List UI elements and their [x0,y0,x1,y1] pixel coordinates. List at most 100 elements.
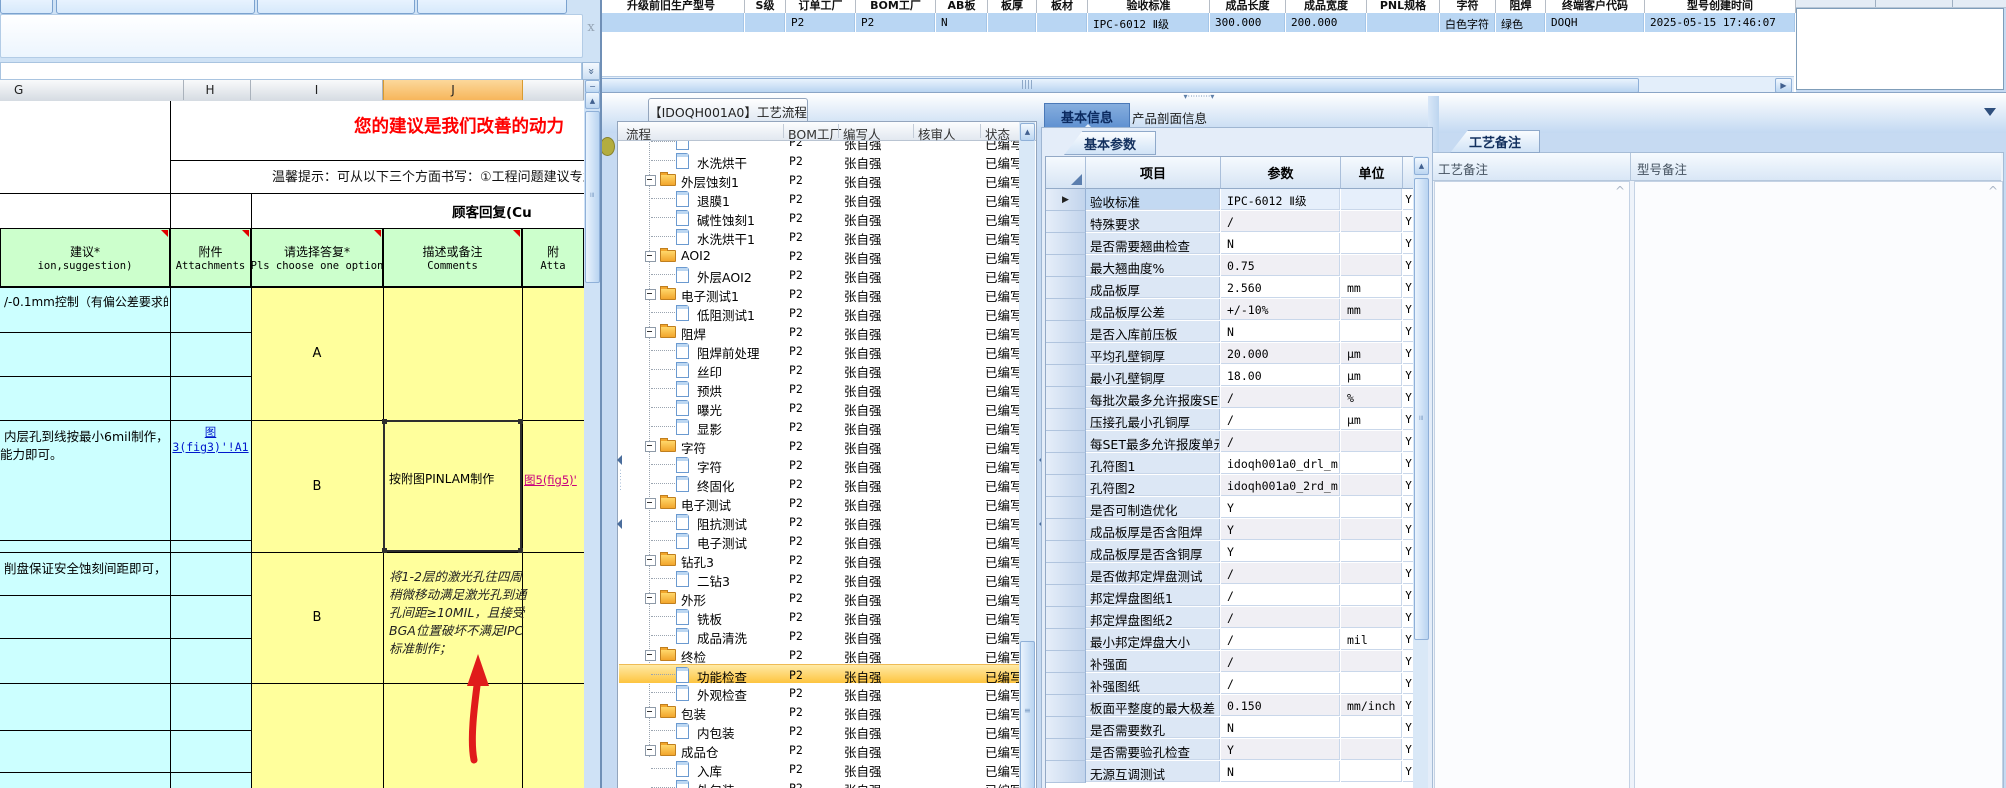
param-value-cell[interactable]: IPC-6012 Ⅱ级 [1221,189,1340,210]
tree-row[interactable]: 电子测试 P2 张自强 已编写 [619,531,1019,551]
params-row[interactable]: 每SET最多允许报废单元 / Y [1046,431,1415,453]
grid-cell[interactable] [1367,13,1439,32]
params-row[interactable]: 邦定焊盘图纸2/Y [1046,607,1415,629]
params-column-header[interactable]: 项目 [1086,157,1221,189]
close-icon[interactable]: x [583,20,599,35]
tree-row[interactable]: 入库 P2 张自强 已编写 [619,759,1019,779]
tree-row[interactable]: 碱性蚀刻1 P2 张自强 已编写 [619,208,1019,228]
param-value-cell[interactable]: Y [1221,519,1340,540]
tree-header-label[interactable]: 状态 [985,124,1010,143]
param-item-cell[interactable]: 压接孔最小孔铜厚 [1086,409,1220,430]
tree-row[interactable]: 外形 P2 张自强 已编写 [619,588,1019,608]
row-selector-cell[interactable] [1046,717,1086,739]
selected-cell-outline[interactable] [382,419,523,553]
tree-row[interactable]: 终检 P2 张自强 已编写 [619,645,1019,665]
param-item-cell[interactable]: 补强面 [1086,651,1220,672]
param-value-cell[interactable]: / [1221,387,1340,408]
suggestion-cell[interactable]: 内层孔到线按最小6mil制作， [4,426,168,445]
excel-scroll-thumb[interactable]: ≡ [585,111,600,283]
row-selector-cell[interactable] [1046,519,1086,541]
row-selector-cell[interactable] [1046,255,1086,277]
params-row[interactable]: 是否可制造优化 Y Y [1046,497,1415,519]
param-value-cell[interactable]: / [1221,651,1340,672]
tree-expand-icon[interactable] [645,707,656,718]
param-item-cell[interactable]: 孔符图1 [1086,453,1220,474]
answer-cell[interactable]: B [251,420,383,552]
param-item-cell[interactable]: 最小孔壁铜厚 [1086,365,1220,386]
row-selector-cell[interactable] [1046,585,1086,607]
tab-process-notes[interactable]: 工艺备注 [1450,130,1540,153]
tree-row[interactable]: 铣板 P2 张自强 已编写 [619,607,1019,627]
params-row[interactable]: 特殊要求 / Y [1046,211,1415,233]
param-value-cell[interactable]: N [1221,233,1340,254]
param-item-cell[interactable]: 每SET最多允许报废单元 [1086,431,1220,452]
tree-row[interactable]: 阻抗测试 P2 张自强 已编写 [619,512,1019,532]
grid-cell[interactable]: IPC-6012 Ⅱ级 [1088,13,1209,32]
grid-cell[interactable]: 200.000 [1286,13,1366,32]
params-row[interactable]: 成品板厚公差 +/-10% mm Y [1046,299,1415,321]
attachment-link-2[interactable]: 图5(fig5)' [524,472,582,488]
tree-row[interactable]: 二钻3 P2 张自强 已编写 [619,569,1019,589]
grid-cell[interactable] [745,13,785,32]
param-value-cell[interactable]: / [1221,409,1340,430]
row-selector-cell[interactable] [1046,431,1086,453]
params-row[interactable]: 补强图纸 / Y [1046,673,1415,695]
param-value-cell[interactable]: N [1221,717,1340,738]
tree-row[interactable]: 丝印 P2 张自强 已编写 [619,360,1019,380]
grid-column-header[interactable]: 型号创建时间 [1645,0,1796,13]
tree-expand-icon[interactable] [645,593,656,604]
grid-column-header[interactable]: S级 [745,0,786,13]
grid-cell[interactable] [988,13,1036,32]
param-value-cell[interactable]: 2.560 [1221,277,1340,298]
tree-row[interactable]: 水洗烘干1 P2 张自强 已编写 [619,227,1019,247]
tree-header-label[interactable]: 核审人 [918,124,956,143]
tree-header-label[interactable]: BOM工厂 [788,124,842,143]
tree-row[interactable]: 低阻测试1 P2 张自强 已编写 [619,303,1019,323]
params-row[interactable]: 是否做邦定焊盘测试 / Y [1046,563,1415,585]
param-item-cell[interactable]: 特殊要求 [1086,211,1220,232]
param-value-cell[interactable]: / [1221,431,1340,452]
row-selector-cell[interactable] [1046,409,1086,431]
grid-cell[interactable] [598,13,744,32]
row-selector-cell[interactable]: ▶ [1046,189,1086,211]
params-column-header[interactable]: 参数 [1221,157,1341,189]
params-row[interactable]: 成品板厚是否含阻焊 Y Y [1046,519,1415,541]
grid-column-header[interactable]: 阻焊 [1496,0,1546,13]
green-header-cell[interactable]: 描述或备注 Comments [383,228,522,287]
param-item-cell[interactable]: 每批次最多允许报废SET [1086,387,1220,408]
param-item-cell[interactable]: 邦定焊盘图纸2 [1086,607,1220,628]
band-collapse-handle[interactable]: ▾·········▾ [1164,93,1234,101]
tree-expand-icon[interactable] [645,745,656,756]
params-row[interactable]: 是否需要翘曲检查 N Y [1046,233,1415,255]
params-row[interactable]: 邦定焊盘图纸1/Y [1046,585,1415,607]
grid-column-header[interactable]: 板材 [1037,0,1088,13]
param-value-cell[interactable]: / [1221,211,1340,232]
params-row[interactable]: 最小邦定焊盘大小 / mil Y [1046,629,1415,651]
params-scroll-thumb[interactable]: ≡ [1414,178,1429,640]
grid-cell[interactable]: 白色字符 [1440,13,1495,32]
params-scroll-up-button[interactable]: ▲ [1414,157,1429,175]
grid-column-header[interactable]: PNL规格 [1367,0,1440,13]
tree-row[interactable]: 成品仓 P2 张自强 已编写 [619,740,1019,760]
row-selector-cell[interactable] [1046,673,1086,695]
param-item-cell[interactable]: 成品板厚是否含阻焊 [1086,519,1220,540]
select-all-header-cell[interactable] [1046,157,1086,189]
param-item-cell[interactable]: 邦定焊盘图纸1 [1086,585,1220,606]
tree-row[interactable]: 电子测试 P2 张自强 已编写 [619,493,1019,513]
row-selector-cell[interactable] [1046,299,1086,321]
param-item-cell[interactable]: 平均孔壁铜厚 [1086,343,1220,364]
row-selector-cell[interactable] [1046,233,1086,255]
tree-row[interactable]: 字符 P2 张自强 已编写 [619,436,1019,456]
tree-header-label[interactable]: 流程 [626,124,651,143]
tree-row[interactable]: 阻焊前处理 P2 张自强 已编写 [619,341,1019,361]
grid-column-header[interactable]: 验收标准 [1088,0,1210,13]
row-selector-cell[interactable] [1046,563,1086,585]
grid-cell[interactable]: P2 [786,13,855,32]
grid-column-header[interactable]: 板厚 [988,0,1037,13]
params-row-selected[interactable]: ▶ 验收标准 IPC-6012 Ⅱ级 Y [1046,189,1415,211]
tree-expand-icon[interactable] [645,175,656,186]
param-value-cell[interactable]: / [1221,629,1340,650]
row-selector-cell[interactable] [1046,211,1086,233]
model-notes-textarea[interactable]: ^ [1634,181,2003,788]
green-header-cell[interactable]: 附 Atta [522,228,584,287]
